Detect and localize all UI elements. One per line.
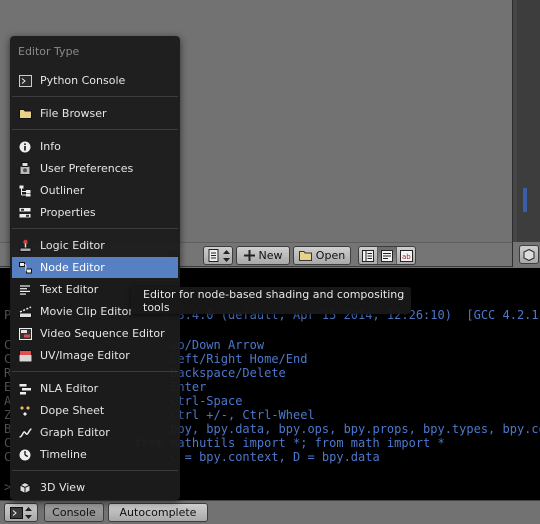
menu-item-node-editor[interactable]: Node Editor (12, 257, 178, 278)
editor-type-menu: Editor Type Python Console File Browser In… (10, 36, 180, 500)
menu-separator (12, 371, 178, 372)
menu-separator (12, 129, 178, 130)
nla-editor-icon (17, 381, 33, 397)
menu-item-label: 3D View (40, 481, 86, 494)
menu-item-label: User Preferences (40, 162, 134, 175)
dope-sheet-icon (17, 403, 33, 419)
svg-text:ab: ab (402, 253, 411, 261)
console-tab-label: Console (52, 506, 96, 519)
menu-item-label: NLA Editor (40, 382, 99, 395)
properties-icon (17, 205, 33, 221)
menu-item-properties[interactable]: Properties (12, 202, 178, 223)
menu-item-uv-image-editor[interactable]: UV/Image Editor (12, 345, 178, 366)
new-label: New (258, 249, 283, 262)
up-down-arrows-icon (223, 249, 230, 262)
menu-item-label: Timeline (40, 448, 87, 461)
menu-item-python-console[interactable]: Python Console (12, 70, 178, 91)
menu-separator (12, 470, 178, 471)
menu-item-file-browser[interactable]: File Browser (12, 103, 178, 124)
view-toggle-group: ab (358, 246, 416, 265)
logic-editor-icon (17, 238, 33, 254)
console-footer: Console Autocomplete (0, 500, 540, 524)
text-datablock-menu[interactable] (203, 246, 233, 265)
open-label: Open (315, 249, 346, 262)
movie-clip-editor-icon (17, 304, 33, 320)
menu-item-logic-editor[interactable]: Logic Editor (12, 235, 178, 256)
text-document-icon (208, 249, 220, 262)
timeline-icon (17, 447, 33, 463)
user-preferences-icon (17, 161, 33, 177)
menu-item-label: Node Editor (40, 261, 105, 274)
open-text-button[interactable]: Open (293, 246, 351, 265)
3d-view-icon (523, 248, 535, 261)
menu-item-3d-view[interactable]: 3D View (12, 477, 178, 498)
menu-item-outliner[interactable]: Outliner (12, 180, 178, 201)
python-console-icon (10, 506, 23, 519)
node-editor-icon (17, 260, 33, 276)
menu-item-user-preferences[interactable]: User Preferences (12, 158, 178, 179)
menu-item-dope-sheet[interactable]: Dope Sheet (12, 400, 178, 421)
menu-item-label: File Browser (40, 107, 107, 120)
syntax-highlight-icon[interactable]: ab (397, 247, 415, 264)
console-menu-tab[interactable]: Console (44, 503, 104, 522)
new-text-button[interactable]: New (236, 246, 290, 265)
editor-type-button[interactable] (4, 503, 38, 522)
right-editor-area[interactable] (512, 0, 540, 242)
right-editor-type-button[interactable] (519, 245, 539, 264)
menu-item-nla-editor[interactable]: NLA Editor (12, 378, 178, 399)
tooltip-text: Editor for node-based shading and compos… (143, 287, 405, 314)
menu-item-info[interactable]: Info (12, 136, 178, 157)
tooltip: Editor for node-based shading and compos… (131, 287, 411, 314)
word-wrap-icon[interactable] (378, 247, 397, 264)
outliner-icon (17, 183, 33, 199)
python-console-icon (17, 73, 33, 89)
autocomplete-label: Autocomplete (119, 506, 197, 519)
uv-image-editor-icon (17, 348, 33, 364)
menu-item-label: Text Editor (40, 283, 99, 296)
folder-icon (298, 250, 312, 261)
text-editor-icon (17, 282, 33, 298)
menu-item-label: Outliner (40, 184, 85, 197)
menu-item-label: Logic Editor (40, 239, 105, 252)
menu-item-graph-editor[interactable]: Graph Editor (12, 422, 178, 443)
menu-item-label: Dope Sheet (40, 404, 105, 417)
menu-item-label: UV/Image Editor (40, 349, 130, 362)
right-editor-panel (517, 0, 540, 242)
menu-item-label: Graph Editor (40, 426, 110, 439)
info-icon (17, 139, 33, 155)
menu-item-label: Properties (40, 206, 96, 219)
menu-item-video-sequence-editor[interactable]: Video Sequence Editor (12, 323, 178, 344)
line-numbers-icon[interactable] (359, 247, 378, 264)
graph-editor-icon (17, 425, 33, 441)
axis-indicator (523, 188, 527, 212)
file-browser-icon (17, 106, 33, 122)
menu-item-timeline[interactable]: Timeline (12, 444, 178, 465)
menu-item-label: Movie Clip Editor (40, 305, 133, 318)
menu-item-label: Info (40, 140, 61, 153)
menu-separator (12, 96, 178, 97)
3d-view-icon (17, 480, 33, 496)
menu-title: Editor Type (18, 45, 80, 58)
menu-separator (12, 228, 178, 229)
right-editor-header (512, 242, 540, 267)
up-down-arrows-icon (25, 506, 32, 519)
video-sequence-editor-icon (17, 326, 33, 342)
plus-icon (243, 250, 255, 261)
menu-item-label: Python Console (40, 74, 126, 87)
autocomplete-button[interactable]: Autocomplete (108, 503, 208, 522)
menu-item-label: Video Sequence Editor (40, 327, 165, 340)
